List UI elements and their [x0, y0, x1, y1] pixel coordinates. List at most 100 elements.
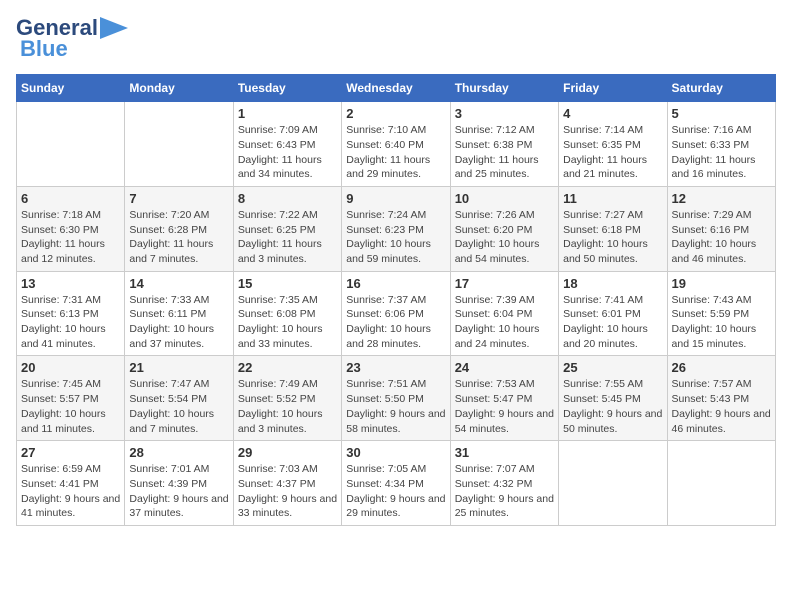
day-cell: 19Sunrise: 7:43 AMSunset: 5:59 PMDayligh… [667, 271, 775, 356]
sunrise-text: Sunrise: 7:18 AM [21, 208, 120, 223]
sunrise-text: Sunrise: 7:31 AM [21, 293, 120, 308]
day-cell: 17Sunrise: 7:39 AMSunset: 6:04 PMDayligh… [450, 271, 558, 356]
day-info: Sunrise: 7:05 AMSunset: 4:34 PMDaylight:… [346, 462, 445, 521]
day-number: 20 [21, 360, 120, 375]
day-info: Sunrise: 7:35 AMSunset: 6:08 PMDaylight:… [238, 293, 337, 352]
calendar: SundayMondayTuesdayWednesdayThursdayFrid… [16, 74, 776, 526]
weekday-header-monday: Monday [125, 75, 233, 102]
day-cell: 6 Sunrise: 7:18 AMSunset: 6:30 PMDaylight… [17, 186, 125, 271]
sunset-text: Sunset: 6:38 PM [455, 138, 554, 153]
sunset-text: Sunset: 6:13 PM [21, 307, 120, 322]
sunset-text: Sunset: 6:43 PM [238, 138, 337, 153]
sunset-text: Sunset: 6:23 PM [346, 223, 445, 238]
sunset-text: Sunset: 6:18 PM [563, 223, 662, 238]
weekday-header-friday: Friday [559, 75, 667, 102]
day-cell: 20Sunrise: 7:45 AMSunset: 5:57 PMDayligh… [17, 356, 125, 441]
sunrise-text: Sunrise: 7:12 AM [455, 123, 554, 138]
daylight-text: Daylight: 11 hours and 12 minutes. [21, 237, 120, 266]
sunset-text: Sunset: 5:45 PM [563, 392, 662, 407]
week-row-3: 13 Sunrise: 7:31 AMSunset: 6:13 PM Dayligh… [17, 271, 776, 356]
week-row-4: 20Sunrise: 7:45 AMSunset: 5:57 PMDayligh… [17, 356, 776, 441]
day-cell [667, 441, 775, 526]
week-row-5: 27Sunrise: 6:59 AMSunset: 4:41 PMDayligh… [17, 441, 776, 526]
day-cell: 8Sunrise: 7:22 AMSunset: 6:25 PMDaylight… [233, 186, 341, 271]
day-info: Sunrise: 7:43 AMSunset: 5:59 PMDaylight:… [672, 293, 771, 352]
daylight-text: Daylight: 10 hours and 59 minutes. [346, 237, 445, 266]
sunset-text: Sunset: 6:01 PM [563, 307, 662, 322]
day-number: 18 [563, 276, 662, 291]
day-cell: 14Sunrise: 7:33 AMSunset: 6:11 PMDayligh… [125, 271, 233, 356]
day-info: Sunrise: 7:33 AMSunset: 6:11 PMDaylight:… [129, 293, 228, 352]
week-row-2: 6Sunrise: 7:18 AMSunset: 6:30 PMDaylight… [17, 186, 776, 271]
week-row-1: 1Sunrise: 7:09 AMSunset: 6:43 PMDaylight… [17, 102, 776, 187]
day-info: Sunrise: 7:10 AMSunset: 6:40 PMDaylight:… [346, 123, 445, 182]
weekday-header-sunday: Sunday [17, 75, 125, 102]
day-cell [17, 102, 125, 187]
day-number: 16 [346, 276, 445, 291]
daylight-text: Daylight: 10 hours and 3 minutes. [238, 407, 337, 436]
day-number: 21 [129, 360, 228, 375]
day-number: 24 [455, 360, 554, 375]
sunrise-text: Sunrise: 7:16 AM [672, 123, 771, 138]
sunrise-text: Sunrise: 7:51 AM [346, 377, 445, 392]
day-number: 29 [238, 445, 337, 460]
day-info: Sunrise: 7:22 AMSunset: 6:25 PMDaylight:… [238, 208, 337, 267]
sunset-text: Sunset: 5:50 PM [346, 392, 445, 407]
day-info: Sunrise: 7:47 AMSunset: 5:54 PMDaylight:… [129, 377, 228, 436]
sunset-text: Sunset: 5:57 PM [21, 392, 120, 407]
day-cell: 29 Sunrise: 7:03 AMSunset: 4:37 PMDayligh… [233, 441, 341, 526]
sunrise-text: Sunrise: 7:20 AM [129, 208, 228, 223]
header: General Blue [16, 16, 776, 62]
daylight-text: Daylight: 10 hours and 33 minutes. [238, 322, 337, 351]
day-cell: 18 Sunrise: 7:41 AMSunset: 6:01 PMDayligh… [559, 271, 667, 356]
day-number: 7 [129, 191, 228, 206]
day-number: 6 [21, 191, 120, 206]
day-number: 13 [21, 276, 120, 291]
day-info: Sunrise: 7:27 AMSunset: 6:18 PMDaylight:… [563, 208, 662, 267]
day-info: Sunrise: 7:09 AMSunset: 6:43 PMDaylight:… [238, 123, 337, 182]
weekday-header-tuesday: Tuesday [233, 75, 341, 102]
daylight-text: Daylight: 9 hours and 37 minutes. [129, 492, 228, 521]
day-cell: 15Sunrise: 7:35 AMSunset: 6:08 PMDayligh… [233, 271, 341, 356]
day-cell: 27Sunrise: 6:59 AMSunset: 4:41 PMDayligh… [17, 441, 125, 526]
daylight-text: Daylight: 11 hours and 7 minutes. [129, 237, 228, 266]
sunrise-text: Sunrise: 7:03 AM [238, 462, 337, 477]
day-cell: 12 Sunrise: 7:29 AMSunset: 6:16 PMDayligh… [667, 186, 775, 271]
weekday-header-row: SundayMondayTuesdayWednesdayThursdayFrid… [17, 75, 776, 102]
sunrise-text: Sunrise: 7:39 AM [455, 293, 554, 308]
weekday-header-wednesday: Wednesday [342, 75, 450, 102]
weekday-header-thursday: Thursday [450, 75, 558, 102]
day-cell: 5Sunrise: 7:16 AMSunset: 6:33 PMDaylight… [667, 102, 775, 187]
logo: General Blue [16, 16, 128, 62]
day-number: 25 [563, 360, 662, 375]
day-cell [125, 102, 233, 187]
daylight-text: Daylight: 11 hours and 34 minutes. [238, 153, 337, 182]
day-number: 3 [455, 106, 554, 121]
daylight-text: Daylight: 9 hours and 58 minutes. [346, 407, 445, 436]
sunrise-text: Sunrise: 6:59 AM [21, 462, 120, 477]
day-info: Sunrise: 7:16 AMSunset: 6:33 PMDaylight:… [672, 123, 771, 182]
day-number: 28 [129, 445, 228, 460]
daylight-text: Daylight: 10 hours and 54 minutes. [455, 237, 554, 266]
day-cell: 30Sunrise: 7:05 AMSunset: 4:34 PMDayligh… [342, 441, 450, 526]
daylight-text: Daylight: 10 hours and 46 minutes. [672, 237, 771, 266]
day-info: Sunrise: 7:55 AMSunset: 5:45 PMDaylight:… [563, 377, 662, 436]
day-info: Sunrise: 7:26 AMSunset: 6:20 PMDaylight:… [455, 208, 554, 267]
day-cell: 10Sunrise: 7:26 AMSunset: 6:20 PMDayligh… [450, 186, 558, 271]
daylight-text: Daylight: 10 hours and 24 minutes. [455, 322, 554, 351]
sunrise-text: Sunrise: 7:26 AM [455, 208, 554, 223]
sunset-text: Sunset: 6:30 PM [21, 223, 120, 238]
sunset-text: Sunset: 6:08 PM [238, 307, 337, 322]
daylight-text: Daylight: 10 hours and 7 minutes. [129, 407, 228, 436]
day-info: Sunrise: 7:29 AMSunset: 6:16 PMDaylight:… [672, 208, 771, 267]
day-info: Sunrise: 7:14 AMSunset: 6:35 PMDaylight:… [563, 123, 662, 182]
sunset-text: Sunset: 4:37 PM [238, 477, 337, 492]
daylight-text: Daylight: 9 hours and 25 minutes. [455, 492, 554, 521]
sunset-text: Sunset: 5:47 PM [455, 392, 554, 407]
day-cell [559, 441, 667, 526]
sunset-text: Sunset: 6:06 PM [346, 307, 445, 322]
daylight-text: Daylight: 9 hours and 33 minutes. [238, 492, 337, 521]
day-number: 12 [672, 191, 771, 206]
daylight-text: Daylight: 10 hours and 11 minutes. [21, 407, 120, 436]
day-info: Sunrise: 7:41 AMSunset: 6:01 PMDaylight:… [563, 293, 662, 352]
